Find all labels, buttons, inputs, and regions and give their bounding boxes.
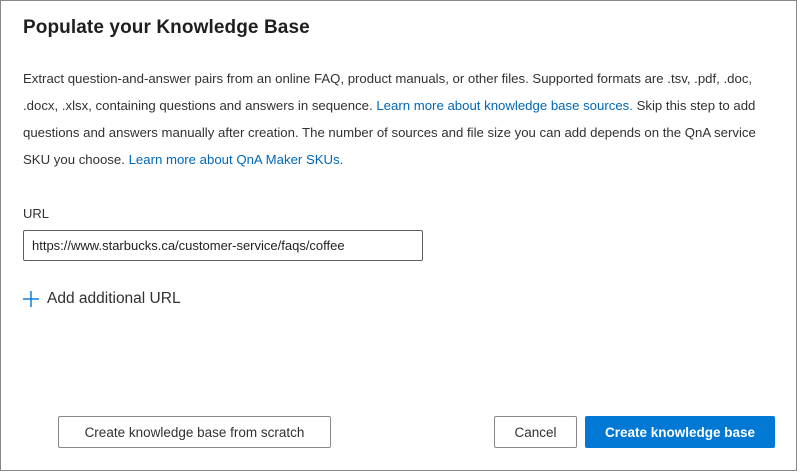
qna-skus-link[interactable]: Learn more about QnA Maker SKUs. [129,152,344,167]
dialog-title: Populate your Knowledge Base [23,17,310,38]
create-knowledge-base-button[interactable]: Create knowledge base [585,416,775,448]
url-label: URL [23,206,50,221]
add-url-label: Add additional URL [47,290,181,307]
plus-icon [21,289,41,309]
dialog-description: Extract question-and-answer pairs from a… [23,65,768,173]
create-from-scratch-button[interactable]: Create knowledge base from scratch [58,416,331,448]
cancel-button[interactable]: Cancel [494,416,577,448]
url-input[interactable] [23,230,423,261]
add-additional-url-button[interactable]: Add additional URL [21,289,181,309]
kb-sources-link[interactable]: Learn more about knowledge base sources. [376,98,633,113]
populate-kb-dialog: Populate your Knowledge Base Extract que… [0,0,797,471]
